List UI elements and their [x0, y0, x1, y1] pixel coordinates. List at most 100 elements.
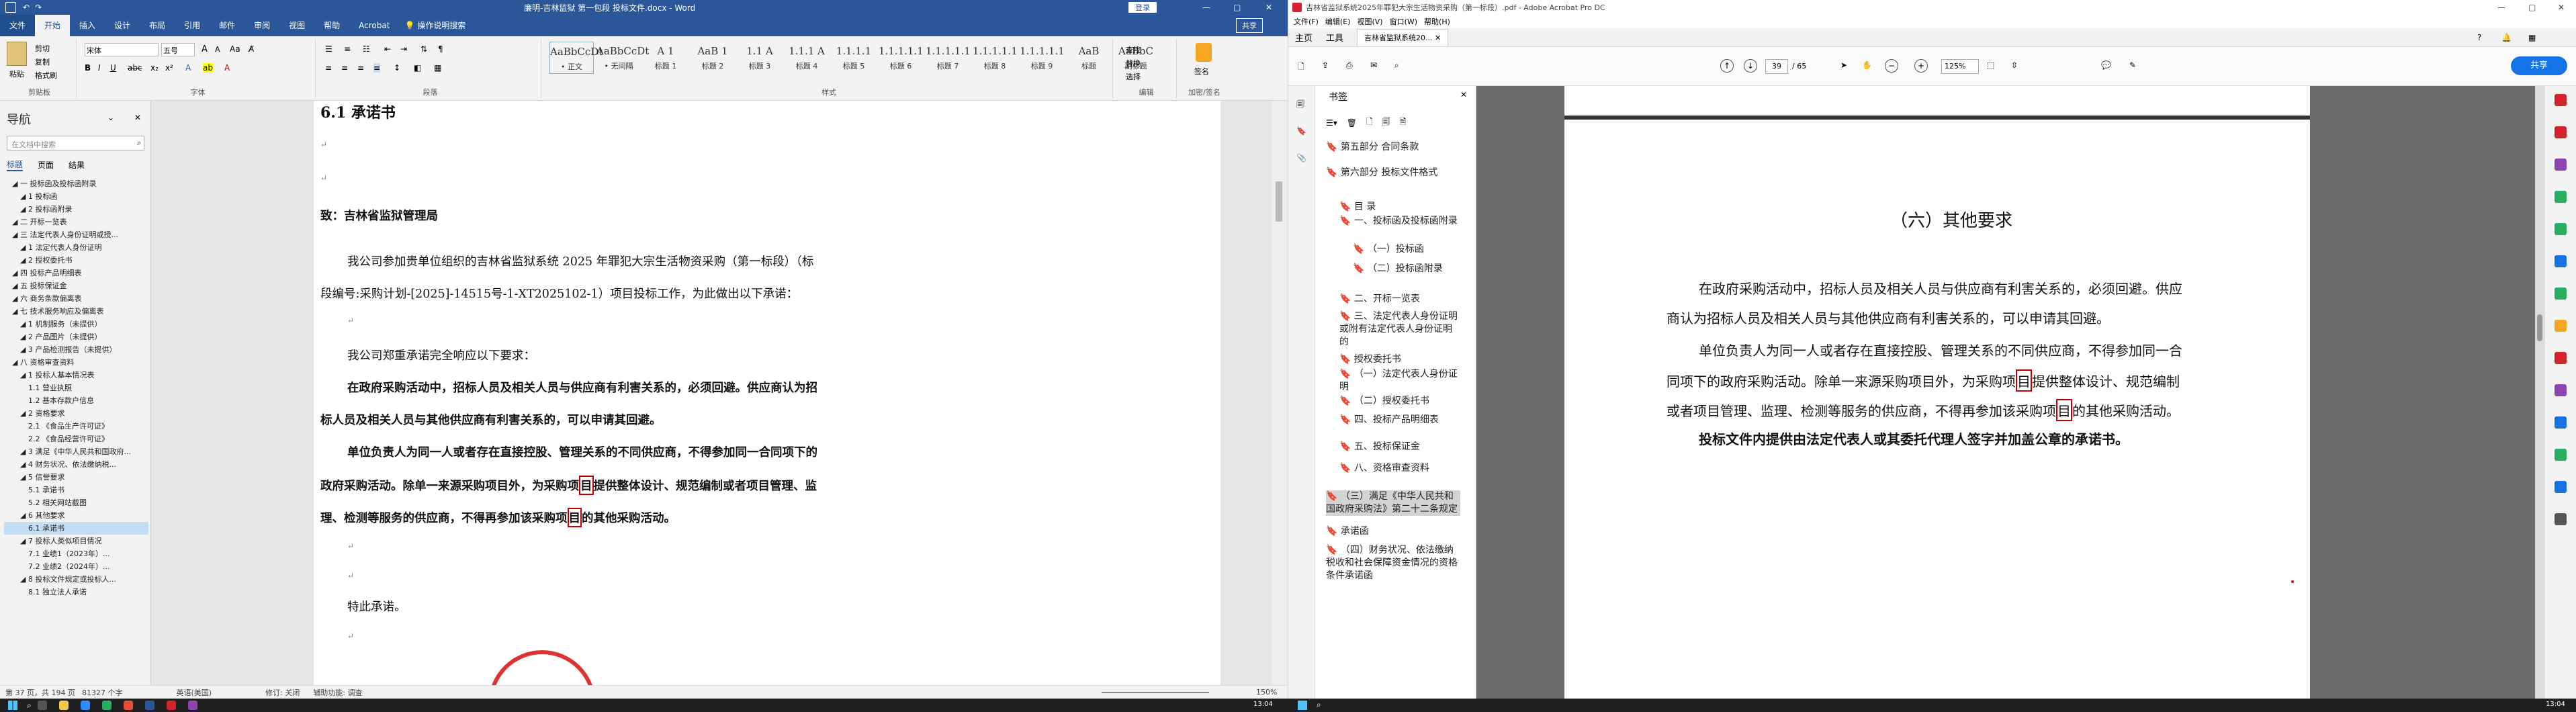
select-button[interactable]: 选择	[1126, 71, 1141, 82]
vertical-scrollbar[interactable]	[1272, 101, 1288, 685]
taskbar-app-icon[interactable]	[187, 701, 197, 710]
bookmark-item[interactable]: 🔖 承诺函	[1326, 525, 1460, 538]
nav-tab-headings[interactable]: 标题	[7, 159, 24, 171]
tab-mailings[interactable]: 邮件	[210, 15, 245, 36]
subscript-icon[interactable]: x₂	[150, 63, 159, 73]
save-icon[interactable]	[5, 2, 16, 13]
tool-icon[interactable]	[2555, 320, 2567, 332]
task-view-icon[interactable]	[37, 701, 47, 710]
show-marks-icon[interactable]: ¶	[438, 44, 443, 54]
style-4[interactable]: AaB 1 标题 2	[691, 42, 735, 74]
tool-icon[interactable]	[2555, 513, 2567, 525]
nav-heading-item[interactable]: ◢ 1 机制服务（未提供）	[4, 318, 148, 330]
close-icon[interactable]: ✕	[2558, 3, 2565, 12]
bookmark-item[interactable]: 🔖 五、投标保证金	[1339, 441, 1460, 453]
bookmark-options-icon[interactable]: ☰▾	[1326, 118, 1337, 128]
nav-heading-item[interactable]: ◢ 四 投标产品明细表	[4, 267, 148, 279]
bookmark-item[interactable]: 🔖 二、开标一览表	[1339, 293, 1460, 306]
hand-tool-icon[interactable]: ✋	[1862, 60, 1872, 70]
sign-in-button[interactable]: 登录	[1128, 2, 1157, 13]
menu-file[interactable]: 文件(F)	[1294, 16, 1319, 27]
tool-icon[interactable]	[2555, 223, 2567, 235]
taskbar-app-icon[interactable]	[166, 701, 176, 710]
style-1[interactable]: AaBbCcDt • 正文	[549, 42, 603, 74]
maximize-icon[interactable]: ▢	[2528, 3, 2536, 12]
search-icon[interactable]: ⌕	[137, 138, 141, 148]
track-changes[interactable]: 修订: 关闭	[265, 687, 300, 698]
nav-heading-item[interactable]: ◢ 5 信誉要求	[4, 471, 148, 484]
tell-me-search[interactable]: 操作说明搜索	[414, 15, 475, 36]
share-button[interactable]: 共享	[1236, 18, 1263, 33]
sign-icon[interactable]	[1196, 43, 1212, 62]
prev-page-icon[interactable]: ↑	[1720, 59, 1734, 73]
nav-heading-item[interactable]: 5.1 承诺书	[4, 484, 148, 496]
expand-bookmark-icon[interactable]: 🗐	[1382, 116, 1390, 130]
tool-icon[interactable]	[2555, 94, 2567, 106]
nav-heading-item[interactable]: 1.2 基本存款户信息	[4, 394, 148, 407]
style-12[interactable]: AaB 标题	[1067, 42, 1111, 74]
apps-grid-icon[interactable]: ▦	[2528, 33, 2536, 42]
bookmark-item[interactable]: 🔖 八、资格审查资料	[1339, 462, 1460, 475]
language[interactable]: 英语(美国)	[176, 687, 212, 698]
tab-file[interactable]: 文件	[0, 15, 36, 36]
shrink-font-icon[interactable]: A	[215, 45, 220, 54]
align-right-icon[interactable]: ≡	[357, 63, 364, 73]
nav-heading-item[interactable]: ◢ 五 投标保证金	[4, 279, 148, 292]
comment-icon[interactable]: 💬	[2101, 60, 2111, 70]
tab-document[interactable]: 吉林省监狱系统20... ✕	[1357, 29, 1449, 46]
attachment-icon[interactable]: 📎	[1296, 153, 1306, 163]
superscript-icon[interactable]: x²	[165, 63, 173, 73]
clear-format-icon[interactable]: A̸	[249, 44, 254, 54]
bookmark-item[interactable]: 🔖 （一）投标函	[1353, 243, 1460, 256]
nav-heading-item[interactable]: ◢ 六 商务条款偏离表	[4, 292, 148, 305]
nav-heading-item[interactable]: 6.1 承诺书	[4, 522, 148, 535]
search-icon[interactable]: ⌕	[27, 701, 32, 711]
tab-home[interactable]: 开始	[35, 15, 71, 36]
style-6[interactable]: 1.1.1 A 标题 4	[785, 42, 829, 74]
replace-button[interactable]: 替换	[1126, 58, 1141, 69]
nav-heading-item[interactable]: 7.1 业绩1（2023年）...	[4, 547, 148, 560]
style-2[interactable]: AaBbCcDt • 无间隔	[596, 42, 649, 74]
tab-design[interactable]: 设计	[105, 15, 140, 36]
nav-search-input[interactable]: 在文档中搜索 ⌕	[7, 136, 144, 150]
nav-heading-item[interactable]: ◢ 3 满足《中华人民共和国政府...	[4, 445, 148, 458]
start-icon[interactable]	[8, 701, 17, 710]
strikethrough-icon[interactable]: abc	[128, 63, 142, 73]
style-10[interactable]: 1.1.1.1.1 标题 8	[973, 42, 1018, 74]
nav-heading-item[interactable]: ◢ 一 投标函及投标函附录	[4, 177, 148, 190]
nav-heading-item[interactable]: 2.1 《食品生产许可证》	[4, 420, 148, 433]
nav-heading-item[interactable]: ◢ 三 法定代表人身份证明或授...	[4, 228, 148, 241]
tool-icon[interactable]	[2555, 449, 2567, 461]
nav-heading-item[interactable]: ◢ 八 资格审查资料	[4, 356, 148, 369]
nav-heading-item[interactable]: ◢ 3 产品检测报告（未提供）	[4, 343, 148, 356]
align-left-icon[interactable]: ≡	[325, 63, 332, 73]
tool-icon[interactable]	[2555, 255, 2567, 267]
nav-options-icon[interactable]: ⌄	[107, 113, 114, 122]
align-center-icon[interactable]: ≡	[341, 63, 348, 73]
delete-bookmark-icon[interactable]: 🗑	[1347, 118, 1357, 128]
taskbar-app-icon[interactable]	[101, 701, 112, 710]
style-8[interactable]: 1.1.1.1.1 标题 6	[879, 42, 924, 74]
nav-heading-item[interactable]: ◢ 1 投标人基本情况表	[4, 369, 148, 382]
scroll-thumb[interactable]	[2537, 314, 2542, 341]
bookmark-item[interactable]: 🔖 四、投标产品明细表	[1339, 414, 1460, 427]
scroll-mode-icon[interactable]: ⇳	[2011, 60, 2018, 70]
next-page-icon[interactable]: ↓	[1744, 59, 1757, 73]
taskbar-app-icon[interactable]	[58, 701, 69, 710]
cut-button[interactable]: 剪切	[35, 43, 50, 54]
taskbar-clock[interactable]: 13:04	[1253, 701, 1273, 708]
sign-button[interactable]: 签名	[1194, 66, 1209, 77]
mail-icon[interactable]: ✉	[1370, 60, 1377, 70]
create-pdf-icon[interactable]: 🗋	[1298, 60, 1304, 75]
nav-tab-results[interactable]: 结果	[69, 159, 85, 171]
start-icon[interactable]	[1298, 701, 1307, 710]
bookmark-item[interactable]: 🔖 （一）法定代表人身份证明	[1339, 368, 1460, 394]
nav-heading-item[interactable]: ◢ 2 投标函附录	[4, 203, 148, 216]
nav-heading-item[interactable]: ◢ 2 产品图片（未提供）	[4, 330, 148, 343]
zoom-select[interactable]: 125%	[1941, 59, 1979, 74]
word-count[interactable]: 81327 个字	[82, 687, 123, 698]
tab-insert[interactable]: 插入	[70, 15, 105, 36]
text-effects-icon[interactable]: A	[185, 63, 191, 73]
bold-icon[interactable]: B	[85, 63, 91, 73]
upload-icon[interactable]: ⇪	[1322, 60, 1329, 70]
